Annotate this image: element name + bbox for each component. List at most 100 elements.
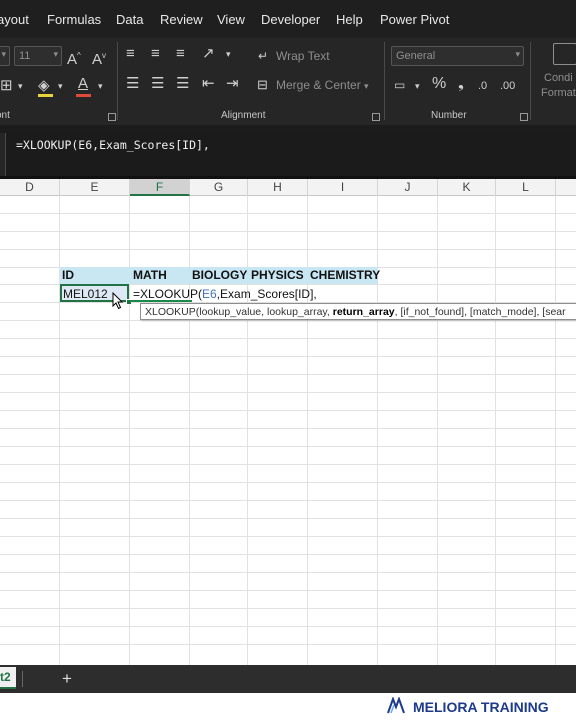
borders-dropdown-icon[interactable]: ▾ [18,78,23,94]
menu-developer[interactable]: Developer [261,12,320,27]
merge-center-icon[interactable]: ⊟ [257,77,268,93]
cell-id-value: MEL012 [63,287,108,301]
column-header-f[interactable]: F [130,179,190,196]
brand-name: MELIORA TRAINING [413,699,549,715]
add-sheet-button[interactable]: + [58,669,76,688]
menu-view[interactable]: View [217,12,245,27]
number-format-value: General [396,50,436,62]
worksheet-grid[interactable]: ID MATH BIOLOGY PHYSICS CHEMISTRY MEL012… [0,196,576,665]
conditional-formatting-label-1[interactable]: Condi [544,72,573,84]
menu-help[interactable]: Help [336,12,363,27]
formula-reference: E6 [202,287,217,301]
menu-review[interactable]: Review [160,12,203,27]
number-format-combo[interactable]: General ▾ [391,46,524,66]
column-header-j[interactable]: J [378,179,438,196]
column-header-d[interactable]: D [0,179,60,196]
sheet-tab-active[interactable]: t2 [0,667,16,689]
formula-prefix: =XLOOKUP( [133,287,203,301]
wrap-text-button[interactable]: Wrap Text [276,49,330,63]
orientation-dropdown-icon[interactable]: ▾ [226,46,231,62]
conditional-formatting-icon[interactable] [553,43,576,65]
gridline [0,464,576,465]
gridline [0,446,576,447]
conditional-formatting-label-2[interactable]: Format [541,87,576,99]
accounting-format-icon[interactable]: ▭ [394,77,405,93]
meliora-logo-icon [387,697,405,714]
font-size-combo[interactable]: 11 ▾ [14,46,62,66]
alignment-dialog-launcher[interactable] [372,113,380,121]
column-header-g[interactable]: G [190,179,248,196]
increase-font-icon[interactable]: A^ [67,48,81,68]
gridline [0,249,576,250]
column-header-h[interactable]: H [248,179,308,196]
formula-bar-edge [0,133,6,176]
group-label-number: Number [431,110,467,121]
header-biology[interactable]: BIOLOGY [192,268,247,282]
increase-decimal-icon[interactable]: .0 [478,78,487,94]
branding-footer: MELIORA TRAINING [0,693,576,720]
align-top-icon[interactable]: ≡ [126,46,135,62]
fill-dropdown-icon[interactable]: ▾ [58,78,63,94]
decrease-indent-icon[interactable]: ⇤ [202,76,215,92]
menu-page-layout[interactable]: ayout [0,12,29,27]
align-bottom-icon[interactable]: ≡ [176,46,185,62]
cell-formula-text[interactable]: =XLOOKUP(E6,Exam_Scores[ID], [133,287,317,301]
borders-icon[interactable]: ⊞ [0,78,13,94]
font-name-combo[interactable]: ▾ [0,46,10,66]
font-size-value: 11 [19,50,31,62]
decrease-font-icon[interactable]: Av [92,48,106,68]
ribbon-separator [384,42,385,120]
align-middle-icon[interactable]: ≡ [151,46,160,62]
merge-center-button[interactable]: Merge & Center [276,78,361,92]
header-chemistry[interactable]: CHEMISTRY [310,268,380,282]
accounting-dropdown-icon[interactable]: ▾ [415,78,420,94]
gridline [0,428,576,429]
orientation-icon[interactable]: ↗ [202,46,215,62]
group-label-alignment: Alignment [221,110,266,121]
percent-icon[interactable]: % [432,76,446,92]
column-header-k[interactable]: K [438,179,496,196]
group-label-font: ont [0,110,10,121]
menu-formulas[interactable]: Formulas [47,12,101,27]
menu-bar: ayout Formulas Data Review View Develope… [0,0,576,38]
formula-bar-text[interactable]: =XLOOKUP(E6,Exam_Scores[ID], [16,138,210,152]
gridline [0,320,576,321]
header-physics[interactable]: PHYSICS [251,268,304,282]
menu-data[interactable]: Data [116,12,143,27]
formula-bar-strip [0,125,576,133]
gridline [0,590,576,591]
function-tooltip[interactable]: XLOOKUP(lookup_value, lookup_array, retu… [140,303,576,320]
align-right-icon[interactable]: ☰ [176,76,189,92]
menu-power-pivot[interactable]: Power Pivot [380,12,449,27]
font-color-swatch [76,94,91,97]
formula-suffix: ,Exam_Scores[ID], [216,287,317,301]
header-id[interactable]: ID [62,268,74,282]
increase-indent-icon[interactable]: ⇥ [226,76,239,92]
fill-color-icon[interactable]: ◈ [38,78,50,94]
gridline [0,374,576,375]
gridline [0,536,576,537]
column-header-e[interactable]: E [60,179,130,196]
gridline [0,410,576,411]
align-left-icon[interactable]: ☰ [126,76,139,92]
column-header-i[interactable]: I [308,179,378,196]
gridline [0,608,576,609]
ribbon-separator [117,42,118,120]
font-color-icon[interactable]: A [78,76,88,92]
comma-style-icon[interactable]: ❟ [458,76,464,92]
merge-dropdown-icon[interactable]: ▾ [364,78,369,94]
gridline [0,626,576,627]
formula-bar[interactable]: =XLOOKUP(E6,Exam_Scores[ID], [0,133,576,176]
gridline [0,572,576,573]
wrap-text-icon[interactable]: ↵ [258,48,268,64]
column-header-l[interactable]: L [496,179,556,196]
mouse-cursor-icon [112,292,124,310]
number-dialog-launcher[interactable] [520,113,528,121]
gridline [0,392,576,393]
align-center-icon[interactable]: ☰ [151,76,164,92]
decrease-decimal-icon[interactable]: .00 [500,78,515,94]
gridline [0,554,576,555]
font-color-dropdown-icon[interactable]: ▾ [98,78,103,94]
font-dialog-launcher[interactable] [108,113,116,121]
header-math[interactable]: MATH [133,268,167,282]
